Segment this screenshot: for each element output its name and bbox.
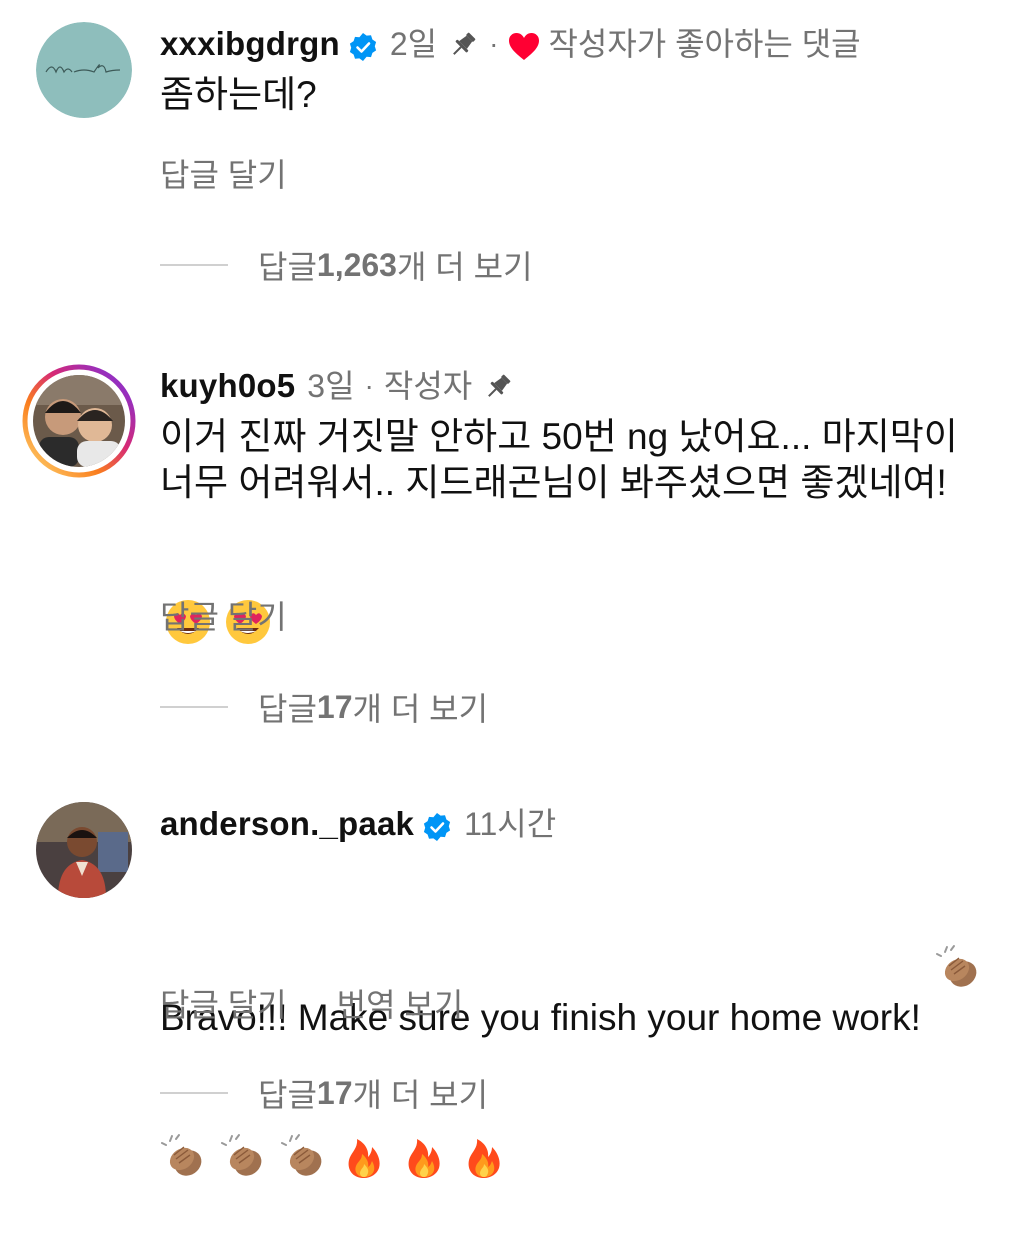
verified-badge-icon [422, 809, 452, 841]
reply-button[interactable]: 답글 달기 [160, 150, 287, 196]
divider-line [160, 706, 228, 708]
more-replies-prefix: 답글 [258, 249, 317, 285]
more-replies-suffix: 개 더 보기 [396, 249, 533, 285]
verified-badge-icon [348, 29, 378, 61]
avatar-wrap[interactable] [22, 802, 136, 916]
more-replies-suffix: 개 더 보기 [352, 691, 489, 727]
divider-line [160, 1092, 228, 1094]
author-liked-label: 작성자가 좋아하는 댓글 [548, 26, 861, 62]
comment-header: kuyh0o5 3일 · 작성자 [160, 364, 1000, 408]
username[interactable]: anderson._paak [160, 802, 414, 846]
more-replies-count: 1,263 [316, 246, 397, 283]
divider-line [160, 264, 228, 266]
comment-time: 3일 [307, 368, 355, 404]
heart-eyes-emoji [224, 506, 272, 644]
comment-header: anderson._paak 11시간 [160, 802, 1000, 846]
comment-time: 2일 [389, 26, 438, 62]
comment-text: Bravo!!! Make sure you finish your home … [160, 852, 1000, 1230]
more-replies-count: 17 [316, 688, 353, 725]
view-more-replies-button[interactable]: 답글 17 개 더 보기 [160, 1070, 488, 1116]
avatar-wrap[interactable] [22, 22, 136, 136]
separator-dot: · [489, 28, 499, 59]
separator-dot: · [364, 370, 374, 401]
reply-button[interactable]: 답글 달기 [160, 980, 287, 1026]
comment-body: kuyh0o5 3일 · 작성자 이거 진짜 거짓말 안하고 50번 ng 났어… [160, 364, 1000, 695]
translate-button[interactable]: 번역 보기 [337, 980, 464, 1026]
avatar-wrap[interactable] [22, 364, 136, 478]
clapping-hands-emoji [935, 852, 983, 987]
username[interactable]: kuyh0o5 [160, 364, 295, 408]
comment-actions: 답글 달기 [160, 592, 337, 638]
comment-actions: 답글 달기 [160, 150, 337, 196]
comment-time: 11시간 [464, 806, 557, 842]
heart-icon [508, 29, 540, 60]
heart-eyes-emoji [164, 506, 212, 644]
view-more-replies-button[interactable]: 답글 1,263 개 더 보기 [160, 242, 533, 288]
more-replies-prefix: 답글 [258, 691, 317, 727]
author-badge: 작성자 [383, 368, 473, 404]
comment-actions: 답글 달기 번역 보기 [160, 980, 513, 1026]
more-replies-prefix: 답글 [258, 1077, 317, 1113]
comment-header: xxxibgdrgn 2일 · 작성자가 좋아하는 댓글 [160, 22, 1000, 66]
reply-button[interactable]: 답글 달기 [160, 592, 287, 638]
comment-text-content: 이거 진짜 거짓말 안하고 50번 ng 났어요... 마지막이 너무 어려워서… [160, 416, 969, 503]
pin-icon [447, 28, 479, 60]
view-more-replies-button[interactable]: 답글 17 개 더 보기 [160, 684, 488, 730]
username[interactable]: xxxibgdrgn [160, 22, 340, 66]
avatar[interactable] [36, 802, 132, 898]
more-replies-suffix: 개 더 보기 [352, 1077, 489, 1113]
avatar[interactable] [36, 22, 132, 118]
comment-text: 이거 진짜 거짓말 안하고 50번 ng 났어요... 마지막이 너무 어려워서… [160, 414, 1000, 695]
avatar[interactable] [33, 375, 125, 467]
comment-text: 좀하는데? [160, 74, 317, 115]
more-replies-count: 17 [316, 1074, 353, 1111]
pin-icon [482, 370, 514, 402]
comment-body: xxxibgdrgn 2일 · 작성자가 좋아하는 댓글 좀하는데? [160, 22, 1000, 118]
